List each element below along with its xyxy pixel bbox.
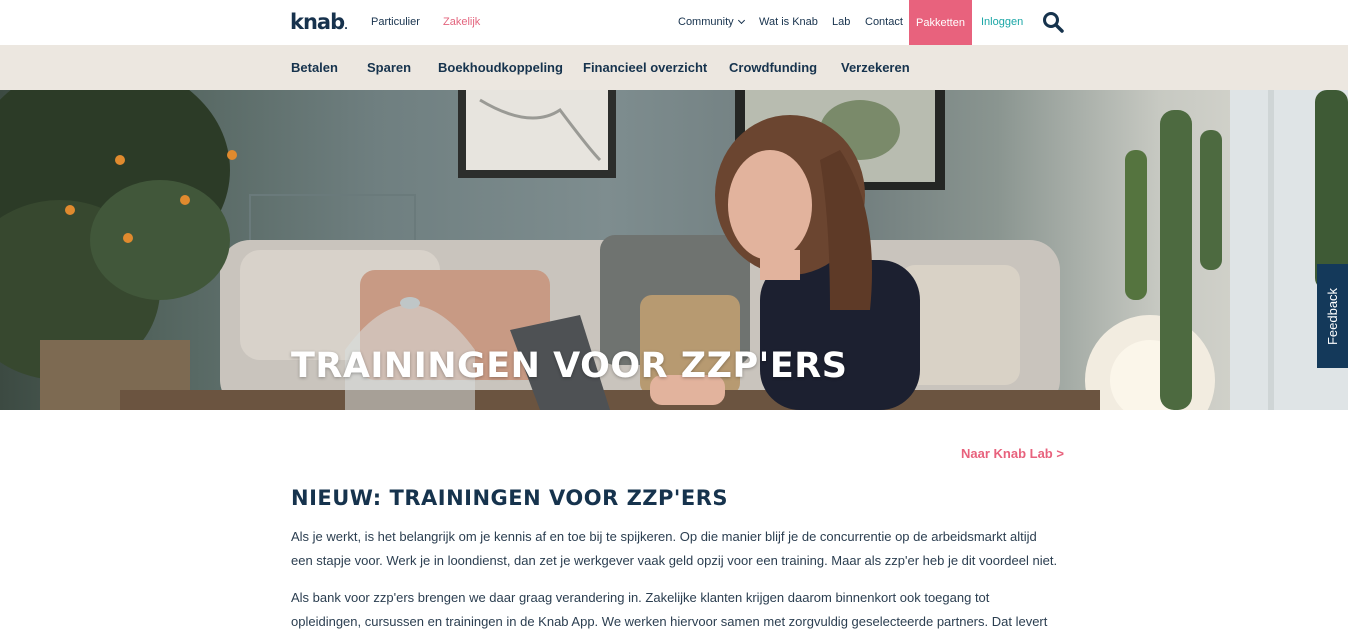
segment-zakelijk-link[interactable]: Zakelijk — [443, 16, 480, 28]
lab-link[interactable]: Lab — [832, 16, 850, 28]
subnav-item-verzekeren[interactable]: Verzekeren — [841, 60, 910, 75]
community-menu[interactable]: Community — [678, 16, 745, 28]
naar-knab-lab-link[interactable]: Naar Knab Lab > — [961, 446, 1064, 461]
feedback-tab[interactable]: Feedback — [1317, 264, 1348, 368]
wat-is-knab-link[interactable]: Wat is Knab — [759, 16, 818, 28]
chevron-down-icon — [737, 16, 745, 25]
hero-banner: TRAININGEN VOOR ZZP'ERS — [0, 90, 1348, 410]
knab-logo[interactable]: knab. — [290, 10, 348, 34]
inloggen-link[interactable]: Inloggen — [981, 16, 1023, 28]
subnav-item-financieel-overzicht[interactable]: Financieel overzicht — [583, 60, 707, 75]
article-paragraph: Als je werkt, is het belangrijk om je ke… — [291, 529, 1058, 568]
contact-link[interactable]: Contact — [865, 16, 903, 28]
pakketten-button[interactable]: Pakketten — [909, 0, 972, 45]
subnav-item-boekhoudkoppeling[interactable]: Boekhoudkoppeling — [438, 60, 563, 75]
subnav-item-sparen[interactable]: Sparen — [367, 60, 411, 75]
sub-navigation: Betalen Sparen Boekhoudkoppeling Financi… — [0, 45, 1348, 90]
subnav-item-crowdfunding[interactable]: Crowdfunding — [729, 60, 817, 75]
segment-particulier-link[interactable]: Particulier — [371, 16, 420, 28]
hero-title: TRAININGEN VOOR ZZP'ERS — [291, 346, 848, 386]
feedback-label: Feedback — [1325, 287, 1340, 345]
subnav-item-betalen[interactable]: Betalen — [291, 60, 338, 75]
search-icon[interactable] — [1042, 11, 1064, 33]
article-paragraph: Als bank voor zzp'ers brengen we daar gr… — [291, 590, 1048, 629]
top-bar: knab. Particulier Zakelijk Community Wat… — [0, 0, 1348, 45]
article-heading: NIEUW: TRAININGEN VOOR ZZP'ERS — [291, 486, 728, 510]
community-label: Community — [678, 16, 734, 28]
